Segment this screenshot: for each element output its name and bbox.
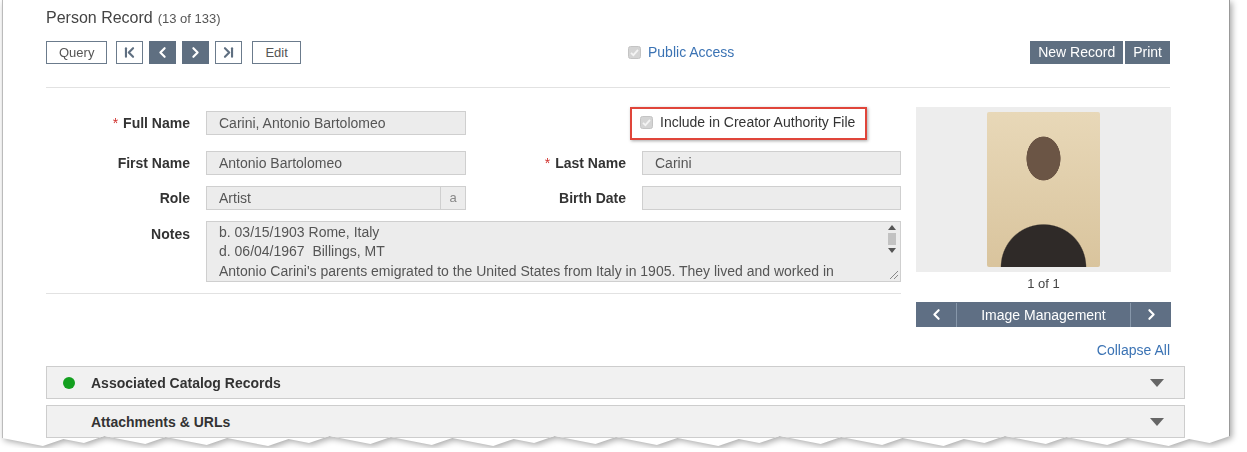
authority-checkbox xyxy=(640,116,653,129)
image-prev-button[interactable] xyxy=(916,302,956,327)
last-record-button[interactable] xyxy=(215,41,242,64)
field-input[interactable]: Artista xyxy=(206,186,466,210)
title: Person Record xyxy=(46,8,153,28)
edit-button[interactable]: Edit xyxy=(252,41,300,64)
field-label: *Last Name xyxy=(482,155,626,171)
field-input[interactable] xyxy=(642,186,901,210)
image-column: 1 of 1 Image Management xyxy=(916,107,1171,327)
public-access-checkbox xyxy=(628,46,641,59)
page-shadow: Person Record(13 of 133) Query Edit Public … xyxy=(2,0,1230,448)
record-body: *Full Name Carini, Antonio Bartolomeo Incl… xyxy=(46,107,1170,327)
action-button[interactable]: Print xyxy=(1125,41,1170,64)
field-badge[interactable]: a xyxy=(440,187,465,209)
field-label: Role xyxy=(46,190,190,206)
authority-label: Include in Creator Authority File xyxy=(660,114,855,130)
form-grid: *Full Name Carini, Antonio Bartolomeo Incl… xyxy=(46,107,901,282)
sections: Associated Catalog Records Attachments & … xyxy=(46,366,1185,438)
record-count: (13 of 133) xyxy=(158,9,221,29)
last-icon xyxy=(220,44,237,61)
next-icon xyxy=(1143,306,1160,323)
notes-label: Notes xyxy=(46,221,190,242)
notes-line: Antonio Carini's parents emigrated to th… xyxy=(219,262,872,282)
portrait-photo[interactable] xyxy=(987,112,1100,267)
section-label: Attachments & URLs xyxy=(91,414,1150,430)
first-record-button[interactable] xyxy=(116,41,143,64)
divider xyxy=(46,87,1170,88)
field-value: Antonio Bartolomeo xyxy=(207,152,465,174)
toolbar-left: Query Edit xyxy=(46,41,628,64)
authority-highlight: Include in Creator Authority File xyxy=(630,107,867,140)
toolbar-actions: New RecordPrint xyxy=(1030,41,1170,64)
collapse-row: Collapse All xyxy=(46,342,1170,358)
form-column: *Full Name Carini, Antonio Bartolomeo Incl… xyxy=(46,107,901,327)
scroll-down-icon[interactable] xyxy=(888,248,896,253)
toolbar: Query Edit Public Access New RecordPrint xyxy=(46,40,1170,64)
required-mark: * xyxy=(545,155,550,171)
section-header[interactable]: Attachments & URLs xyxy=(46,405,1185,438)
image-management-bar: Image Management xyxy=(916,302,1171,327)
next-icon xyxy=(187,44,204,61)
authority-checkbox-row[interactable]: Include in Creator Authority File xyxy=(640,114,855,130)
field-input[interactable]: Carini xyxy=(642,151,901,175)
image-next-button[interactable] xyxy=(1131,302,1171,327)
section-label: Associated Catalog Records xyxy=(91,375,1150,391)
resize-grip-icon[interactable] xyxy=(889,270,898,279)
field-label: *Full Name xyxy=(46,115,190,131)
scroll-thumb[interactable] xyxy=(888,233,896,245)
field-value: Artist xyxy=(207,187,440,209)
previous-icon xyxy=(928,306,945,323)
query-button[interactable]: Query xyxy=(46,41,107,64)
collapse-all-link[interactable]: Collapse All xyxy=(1097,342,1170,358)
field-input[interactable]: Antonio Bartolomeo xyxy=(206,151,466,175)
public-access-label[interactable]: Public Access xyxy=(648,44,734,60)
first-icon xyxy=(121,44,138,61)
chevron-down-icon[interactable] xyxy=(1150,418,1164,426)
section-header[interactable]: Associated Catalog Records xyxy=(46,366,1185,399)
notes-textarea[interactable]: b. 03/15/1903 Rome, Italyd. 06/04/1967 B… xyxy=(206,221,901,283)
chevron-down-icon[interactable] xyxy=(1150,379,1164,387)
next-record-button[interactable] xyxy=(182,41,209,64)
field-value xyxy=(643,187,900,209)
required-mark: * xyxy=(113,115,118,131)
field-label: First Name xyxy=(46,155,190,171)
image-management-button[interactable]: Image Management xyxy=(956,303,1131,327)
field-label: Birth Date xyxy=(482,190,626,206)
previous-record-button[interactable] xyxy=(149,41,176,64)
notes-line: b. 03/15/1903 Rome, Italy xyxy=(219,223,872,243)
form-divider xyxy=(46,293,901,294)
image-panel xyxy=(916,107,1171,272)
field-value: Carini xyxy=(643,152,900,174)
status-dot xyxy=(63,377,75,389)
action-button[interactable]: New Record xyxy=(1030,41,1123,64)
field-value: Carini, Antonio Bartolomeo xyxy=(207,112,465,134)
previous-icon xyxy=(154,44,171,61)
public-access[interactable]: Public Access xyxy=(628,44,734,60)
person-record-card: Person Record(13 of 133) Query Edit Public … xyxy=(2,0,1230,448)
image-counter: 1 of 1 xyxy=(916,276,1171,292)
notes-line: d. 06/04/1967 Billings, MT xyxy=(219,242,872,262)
record-title: Person Record(13 of 133) xyxy=(46,8,1170,29)
scroll-up-icon[interactable] xyxy=(888,225,896,230)
notes-text: b. 03/15/1903 Rome, Italyd. 06/04/1967 B… xyxy=(207,222,884,282)
field-input[interactable]: Carini, Antonio Bartolomeo xyxy=(206,111,466,135)
